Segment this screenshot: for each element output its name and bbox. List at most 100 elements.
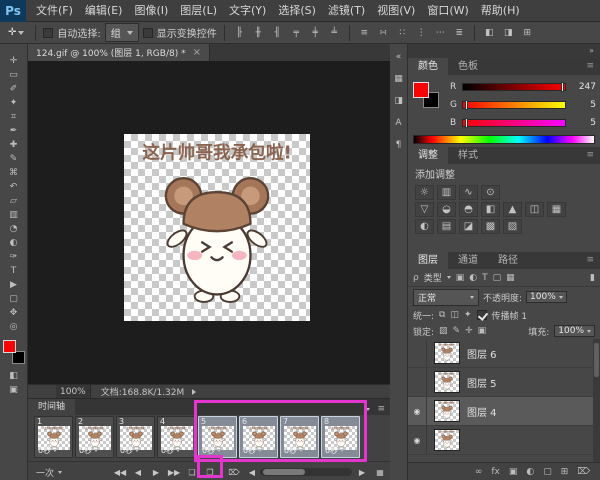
align-bottom-icon[interactable]: ╢ [270, 25, 285, 40]
menu-select[interactable]: 选择(S) [272, 0, 322, 22]
timeline-frame-2[interactable]: 2 0秒 [75, 416, 114, 458]
timeline-frame-3[interactable]: 3 0秒 [116, 416, 155, 458]
adjustment-layer-icon[interactable]: ◐ [526, 467, 534, 477]
scrollbar-thumb[interactable] [594, 343, 599, 377]
tab-paths[interactable]: 路径 [488, 252, 528, 269]
distribute-vcenter-icon[interactable]: ∺ [376, 25, 391, 40]
channel-mixer-icon[interactable]: ◫ [525, 202, 544, 217]
blend-mode-dropdown[interactable]: 正常 [413, 288, 479, 306]
expand-panels-icon[interactable]: « [396, 52, 402, 62]
scroll-right-icon[interactable]: ▶ [354, 464, 370, 480]
align-right-icon[interactable]: ╧ [327, 25, 342, 40]
clone-stamp-tool[interactable]: ⌘ [3, 166, 25, 179]
unify-style-icon[interactable]: ✦ [464, 310, 472, 320]
align-hcenter-icon[interactable]: ╪ [308, 25, 323, 40]
blue-slider[interactable] [462, 118, 566, 128]
pen-tool[interactable]: ✑ [3, 250, 25, 263]
duplicate-frame-button[interactable]: ❐ [202, 464, 218, 480]
healing-brush-tool[interactable]: ✚ [3, 138, 25, 151]
threed-mode-icon-2[interactable]: ◨ [501, 25, 516, 40]
type-tool[interactable]: T [3, 264, 25, 277]
frame-delay-selector[interactable]: 0秒 [284, 445, 304, 456]
link-layers-icon[interactable]: ∞ [475, 467, 483, 477]
hand-tool[interactable]: ✥ [3, 306, 25, 319]
frame-delay-selector[interactable]: 0秒 [325, 445, 345, 456]
lock-transparency-icon[interactable]: ▨ [439, 326, 448, 336]
red-slider[interactable] [462, 82, 566, 92]
frame-delay-selector[interactable]: 0秒 [120, 445, 140, 456]
exposure-icon[interactable]: ⊙ [481, 185, 500, 200]
eraser-tool[interactable]: ▱ [3, 194, 25, 207]
lasso-tool[interactable]: ✐ [3, 82, 25, 95]
new-layer-icon[interactable]: ⊞ [561, 467, 569, 477]
menu-filter[interactable]: 滤镜(T) [322, 0, 371, 22]
layer-row-4[interactable]: ◉ 图层 4 [408, 397, 600, 426]
dodge-tool[interactable]: ◐ [3, 236, 25, 249]
unify-visibility-icon[interactable]: ◫ [450, 310, 459, 320]
menu-view[interactable]: 视图(V) [371, 0, 421, 22]
history-brush-tool[interactable]: ↶ [3, 180, 25, 193]
frame-delay-selector[interactable]: 0秒 [243, 445, 263, 456]
align-vcenter-icon[interactable]: ╫ [251, 25, 266, 40]
first-frame-button[interactable]: ◀◀ [112, 464, 128, 480]
tool-preset-picker[interactable]: ✛ [4, 26, 28, 39]
move-tool[interactable]: ✛ [3, 54, 25, 67]
lock-all-icon[interactable]: ▣ [478, 326, 487, 336]
distribute-right-icon[interactable]: ≣ [452, 25, 467, 40]
photo-filter-icon[interactable]: ▲ [503, 202, 522, 217]
layer-name[interactable]: 图层 4 [467, 404, 497, 419]
character-panel-icon[interactable]: A [395, 118, 401, 128]
layer-mask-icon[interactable]: ▣ [509, 467, 518, 477]
brush-tool[interactable]: ✎ [3, 152, 25, 165]
blue-value[interactable]: 5 [566, 118, 596, 128]
panel-menu-icon[interactable]: ≡ [580, 252, 600, 269]
layer-thumbnail[interactable] [434, 400, 460, 422]
layer-row-6[interactable]: 图层 6 [408, 339, 600, 368]
opacity-value[interactable]: 100% [526, 291, 567, 303]
timeline-frame-1[interactable]: 1 0秒 [34, 416, 73, 458]
menu-edit[interactable]: 编辑(E) [79, 0, 129, 22]
tab-layers[interactable]: 图层 [408, 252, 448, 269]
timeline-menu-icon[interactable]: ≡ [377, 404, 385, 414]
frame-delay-selector[interactable]: 0秒 [161, 445, 181, 456]
lock-position-icon[interactable]: ✛ [465, 326, 473, 336]
info-panel-icon[interactable]: ◨ [394, 96, 403, 106]
zoom-level-field[interactable]: 100% [56, 385, 91, 398]
lock-pixels-icon[interactable]: ✎ [453, 326, 461, 336]
layer-row-partial[interactable]: ◉ [408, 426, 600, 455]
distribute-hcenter-icon[interactable]: ⋯ [433, 25, 448, 40]
color-lookup-icon[interactable]: ▦ [547, 202, 566, 217]
visibility-eye-icon[interactable] [408, 368, 427, 396]
properties-panel-icon[interactable]: ▦ [394, 74, 403, 84]
filter-type-layers-icon[interactable]: T [482, 273, 488, 283]
menu-help[interactable]: 帮助(H) [475, 0, 526, 22]
blur-tool[interactable]: ◔ [3, 222, 25, 235]
scrollbar-thumb[interactable] [263, 469, 305, 475]
frame-delay-selector[interactable]: 0秒 [38, 445, 58, 456]
tween-frames-button[interactable]: ❏ [184, 464, 200, 480]
timeline-frame-5[interactable]: 5 0秒 [198, 416, 237, 458]
levels-icon[interactable]: ▥ [437, 185, 456, 200]
timeline-frame-7[interactable]: 7 0秒 [280, 416, 319, 458]
brightness-contrast-icon[interactable]: ☼ [415, 185, 434, 200]
tab-adjustments[interactable]: 调整 [408, 147, 448, 164]
foreground-color-swatch[interactable] [413, 82, 429, 98]
threed-mode-icon-3[interactable]: ⊞ [520, 25, 535, 40]
posterize-icon[interactable]: ▤ [437, 219, 456, 234]
green-value[interactable]: 5 [566, 100, 596, 110]
gradient-map-icon[interactable]: ▩ [481, 219, 500, 234]
timeline-frame-4[interactable]: 4 0秒 [157, 416, 196, 458]
delete-frame-button[interactable]: ⌦ [226, 464, 242, 480]
delete-layer-icon[interactable]: ⌦ [577, 467, 590, 477]
hue-saturation-icon[interactable]: ◒ [437, 202, 456, 217]
loop-options-selector[interactable]: 一次 [36, 464, 63, 480]
show-transform-checkbox[interactable] [142, 27, 153, 38]
red-value[interactable]: 247 [566, 82, 596, 92]
chevron-down-icon[interactable] [366, 407, 371, 411]
layer-thumbnail[interactable] [434, 429, 460, 451]
filter-type-label[interactable]: 类型 [424, 271, 442, 284]
distribute-left-icon[interactable]: ⋮ [414, 25, 429, 40]
previous-frame-button[interactable]: ◀ [130, 464, 146, 480]
foreground-color-swatch[interactable] [2, 340, 16, 353]
menu-file[interactable]: 文件(F) [30, 0, 79, 22]
